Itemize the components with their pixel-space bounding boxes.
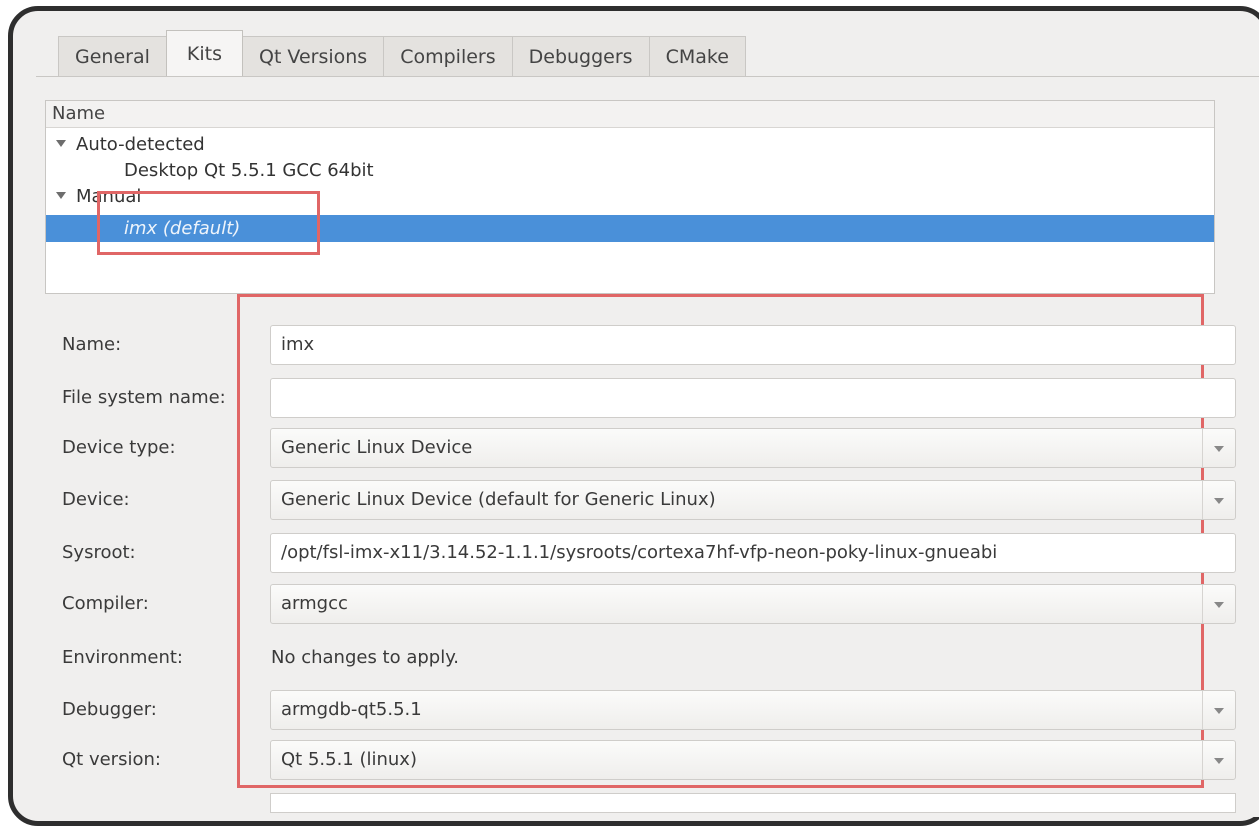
dropdown-arrow-icon[interactable]	[1202, 585, 1235, 623]
device-type-value: Generic Linux Device	[281, 437, 473, 458]
qt-version-select[interactable]: Qt 5.5.1 (linux)	[270, 740, 1236, 780]
device-label: Device:	[62, 489, 130, 510]
name-label: Name:	[62, 334, 122, 355]
tab-bar: General Kits Qt Versions Compilers Debug…	[58, 30, 746, 76]
tree-item-desktop-kit[interactable]: Desktop Qt 5.5.1 GCC 64bit	[124, 159, 374, 183]
tree-group-label: Auto-detected	[76, 134, 205, 155]
tree-item-label: Desktop Qt 5.5.1 GCC 64bit	[124, 160, 374, 181]
tree-group-manual[interactable]: Manual	[56, 185, 141, 209]
device-type-select[interactable]: Generic Linux Device	[270, 428, 1236, 468]
file-system-name-input[interactable]	[270, 378, 1236, 418]
tree-header-name[interactable]: Name	[46, 101, 1214, 128]
qt-version-value: Qt 5.5.1 (linux)	[281, 749, 417, 770]
debugger-select[interactable]: armgdb-qt5.5.1	[270, 690, 1236, 730]
tree-group-label: Manual	[76, 186, 142, 207]
tree-item-imx-selected[interactable]: imx (default)	[46, 215, 1214, 242]
expand-arrow-icon[interactable]	[56, 140, 66, 147]
tab-compilers[interactable]: Compilers	[383, 36, 513, 76]
dropdown-arrow-icon[interactable]	[1202, 691, 1235, 729]
dropdown-arrow-icon[interactable]	[1202, 429, 1235, 467]
environment-value: No changes to apply.	[271, 647, 460, 668]
environment-label: Environment:	[62, 647, 183, 668]
debugger-label: Debugger:	[62, 699, 157, 720]
sysroot-input[interactable]: /opt/fsl-imx-x11/3.14.52-1.1.1/sysroots/…	[270, 533, 1236, 573]
tab-kits[interactable]: Kits	[165, 30, 243, 76]
file-system-name-label: File system name:	[62, 387, 226, 408]
compiler-value: armgcc	[281, 593, 348, 614]
device-select[interactable]: Generic Linux Device (default for Generi…	[270, 480, 1236, 520]
qt-version-label: Qt version:	[62, 749, 161, 770]
tab-general[interactable]: General	[58, 36, 167, 76]
expand-arrow-icon[interactable]	[56, 192, 66, 199]
tab-debuggers[interactable]: Debuggers	[511, 36, 650, 76]
dropdown-arrow-icon[interactable]	[1202, 481, 1235, 519]
name-input[interactable]: imx	[270, 325, 1236, 365]
device-value: Generic Linux Device (default for Generi…	[281, 489, 716, 510]
compiler-label: Compiler:	[62, 593, 149, 614]
tree-group-auto-detected[interactable]: Auto-detected	[56, 133, 205, 157]
next-field-partial	[270, 793, 1236, 813]
compiler-select[interactable]: armgcc	[270, 584, 1236, 624]
debugger-value: armgdb-qt5.5.1	[281, 699, 422, 720]
dropdown-arrow-icon[interactable]	[1202, 741, 1235, 779]
tree-item-label: imx (default)	[124, 218, 241, 239]
tab-cmake[interactable]: CMake	[648, 36, 746, 76]
tab-qt-versions[interactable]: Qt Versions	[241, 36, 385, 76]
sysroot-label: Sysroot:	[62, 542, 136, 563]
kits-tree: Name Auto-detected Desktop Qt 5.5.1 GCC …	[45, 100, 1215, 294]
device-type-label: Device type:	[62, 437, 176, 458]
